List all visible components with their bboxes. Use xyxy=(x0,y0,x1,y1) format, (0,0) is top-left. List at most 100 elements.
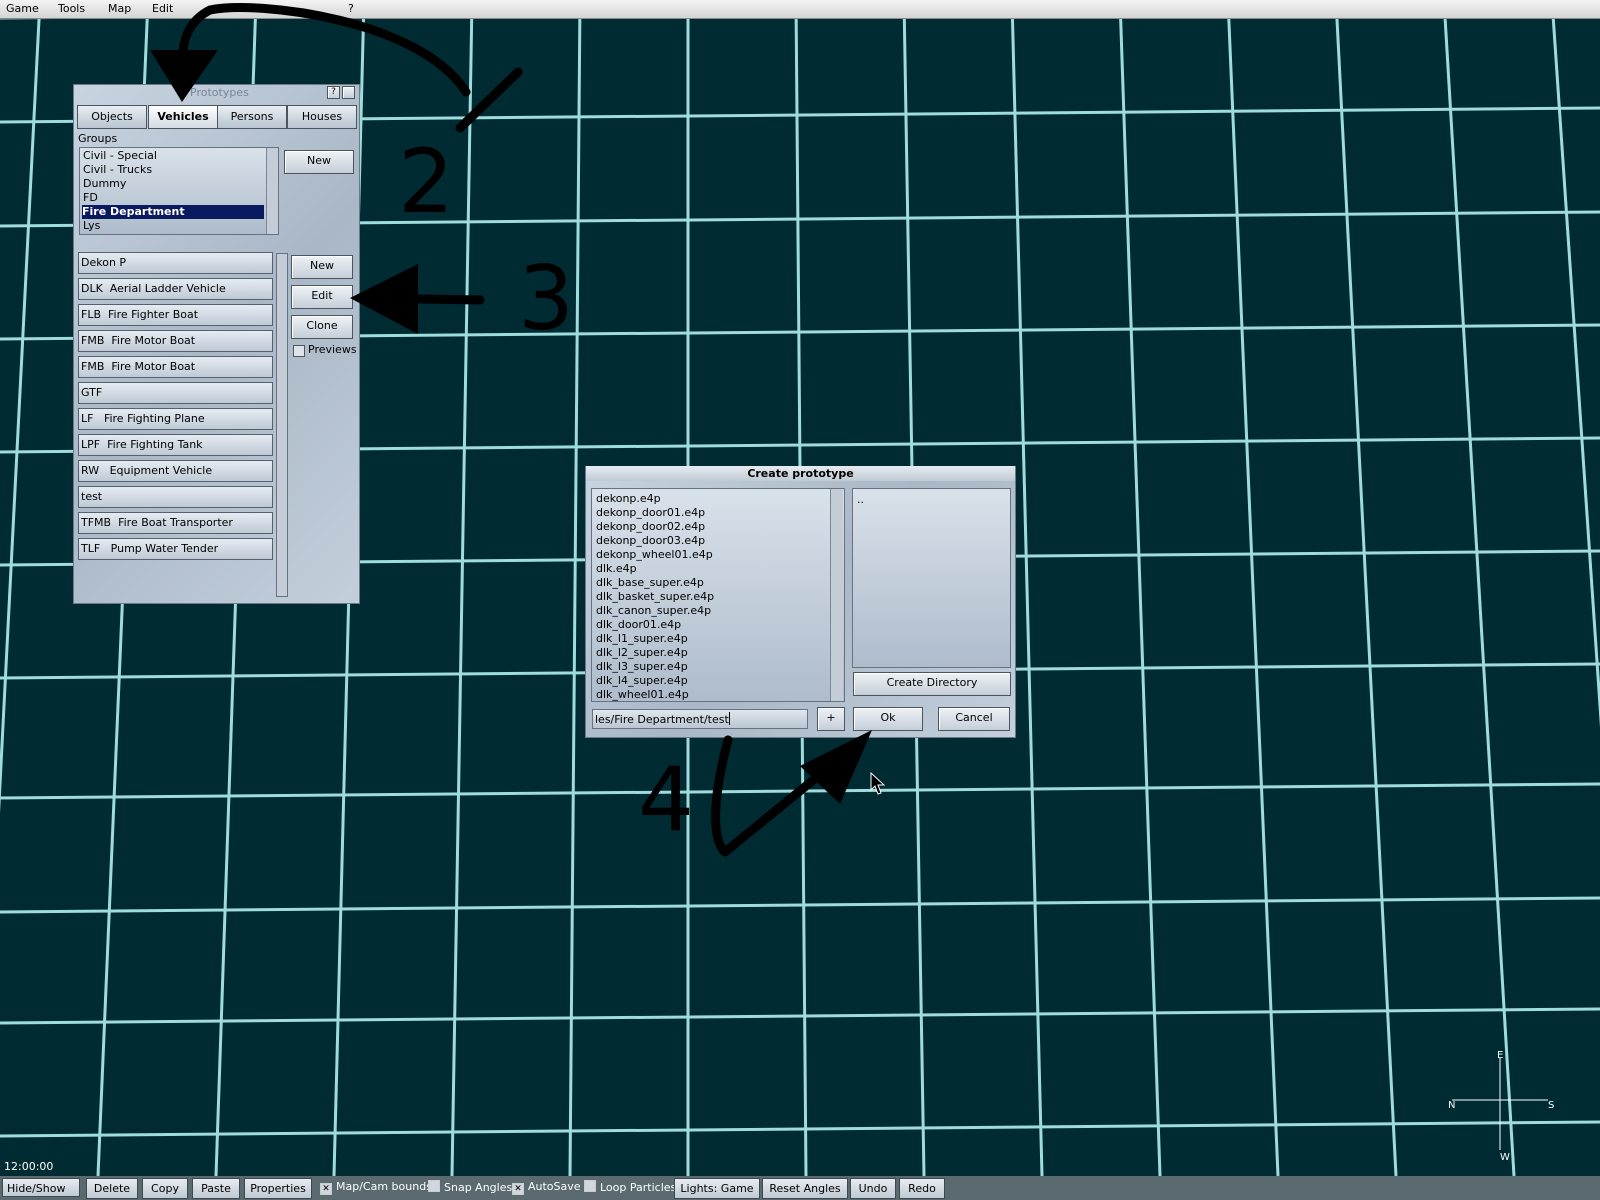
vehicle-item[interactable]: FMB Fire Motor Boat xyxy=(78,356,273,378)
vehicle-item[interactable]: RW Equipment Vehicle xyxy=(78,460,273,482)
plus-button[interactable]: + xyxy=(817,707,845,731)
grid-line xyxy=(450,0,474,1177)
vehicle-item[interactable]: Dekon P xyxy=(78,252,273,274)
group-item[interactable]: Lys xyxy=(83,219,100,233)
properties-button[interactable]: Properties xyxy=(244,1178,312,1199)
copy-button[interactable]: Copy xyxy=(142,1178,188,1199)
tab-houses[interactable]: Houses xyxy=(287,105,357,129)
group-new-button[interactable]: New xyxy=(284,150,354,174)
vehicle-item[interactable]: test xyxy=(78,486,273,508)
file-item[interactable]: dlk.e4p xyxy=(596,562,637,576)
help-icon[interactable]: ? xyxy=(327,86,340,99)
menu-map[interactable]: Map xyxy=(108,2,131,15)
undo-button[interactable]: Undo xyxy=(850,1178,896,1199)
annotation-step-2: 2 xyxy=(398,130,454,233)
file-list[interactable]: dekonp.e4p dekonp_door01.e4p dekonp_door02… xyxy=(591,488,845,702)
file-item[interactable]: dlk_l3_super.e4p xyxy=(596,660,688,674)
file-list-scrollbar[interactable] xyxy=(830,489,843,701)
group-item[interactable]: FD xyxy=(83,191,98,205)
vehicle-item[interactable]: GTF xyxy=(78,382,273,404)
annotation-step-4: 4 xyxy=(638,748,694,851)
file-item[interactable]: dlk_basket_super.e4p xyxy=(596,590,714,604)
grid-line xyxy=(0,0,42,814)
tab-objects[interactable]: Objects xyxy=(77,105,147,129)
autosave-checkbox[interactable]: ✕ AutoSave xyxy=(512,1180,581,1195)
parent-directory-item[interactable]: .. xyxy=(857,493,864,507)
snap-angles-label: Snap Angles xyxy=(444,1181,513,1194)
redo-button[interactable]: Redo xyxy=(899,1178,945,1199)
file-item[interactable]: dlk_l2_super.e4p xyxy=(596,646,688,660)
vehicle-item[interactable]: FMB Fire Motor Boat xyxy=(78,330,273,352)
file-item[interactable]: dlk_wheel01.e4p xyxy=(596,688,689,701)
map-cam-bounds-checkbox[interactable]: ✕ Map/Cam bounds xyxy=(320,1180,432,1195)
grid-line xyxy=(1550,0,1600,728)
grid-line xyxy=(0,782,1600,800)
group-item-selected[interactable]: Fire Department xyxy=(82,205,264,219)
annotation-step-3: 3 xyxy=(518,247,574,350)
create-directory-button[interactable]: Create Directory xyxy=(853,672,1011,696)
edit-button[interactable]: Edit xyxy=(291,285,353,309)
loop-particles-label: Loop Particles xyxy=(600,1181,677,1194)
grid-line xyxy=(568,0,582,1177)
hide-show-button[interactable]: Hide/Show xyxy=(2,1178,80,1197)
checkbox-box[interactable] xyxy=(428,1180,440,1192)
checkbox-box[interactable]: ✕ xyxy=(320,1183,332,1195)
grid-line xyxy=(1226,0,1280,1177)
vehicles-scrollbar[interactable] xyxy=(276,253,288,597)
directory-list[interactable]: .. xyxy=(852,488,1011,668)
file-item[interactable]: dekonp_door03.e4p xyxy=(596,534,705,548)
vehicle-item[interactable]: DLK Aerial Ladder Vehicle xyxy=(78,278,273,300)
file-item[interactable]: dlk_base_super.e4p xyxy=(596,576,704,590)
vehicle-item[interactable]: LPF Fire Fighting Tank xyxy=(78,434,273,456)
reset-angles-button[interactable]: Reset Angles xyxy=(762,1178,848,1199)
checkbox-box[interactable] xyxy=(584,1180,596,1192)
compass-w: W xyxy=(1500,1152,1510,1163)
tab-persons[interactable]: Persons xyxy=(217,105,287,129)
grid-line xyxy=(0,1120,1600,1138)
file-item[interactable]: dlk_canon_super.e4p xyxy=(596,604,711,618)
file-item[interactable]: dlk_door01.e4p xyxy=(596,618,681,632)
group-item[interactable]: Dummy xyxy=(83,177,126,191)
vehicle-item[interactable]: TFMB Fire Boat Transporter xyxy=(78,512,273,534)
groups-list[interactable]: Civil - Special Civil - Trucks Dummy FD … xyxy=(79,147,279,235)
file-item[interactable]: dekonp_door02.e4p xyxy=(596,520,705,534)
vehicle-item[interactable]: FLB Fire Fighter Boat xyxy=(78,304,273,326)
checkbox-box[interactable]: ✕ xyxy=(512,1183,524,1195)
groups-scrollbar[interactable] xyxy=(266,148,278,234)
vehicle-item[interactable]: TLF Pump Water Tender xyxy=(78,538,273,560)
menu-game[interactable]: Game xyxy=(6,2,39,15)
path-input-value: les/Fire Department/test xyxy=(595,713,729,726)
file-item[interactable]: dekonp_wheel01.e4p xyxy=(596,548,713,562)
file-item[interactable]: dekonp_door01.e4p xyxy=(596,506,705,520)
vehicle-item[interactable]: LF Fire Fighting Plane xyxy=(78,408,273,430)
mouse-cursor-icon xyxy=(870,772,886,795)
group-item[interactable]: Civil - Special xyxy=(83,149,157,163)
clone-button[interactable]: Clone xyxy=(291,315,353,339)
file-item[interactable]: dlk_l4_super.e4p xyxy=(596,674,688,688)
cancel-button[interactable]: Cancel xyxy=(938,707,1010,731)
close-window-icon[interactable] xyxy=(342,86,355,99)
loop-particles-checkbox[interactable]: Loop Particles xyxy=(584,1180,676,1194)
prototypes-window-title: Prototypes xyxy=(190,86,249,99)
delete-button[interactable]: Delete xyxy=(86,1178,138,1199)
ok-button[interactable]: Ok xyxy=(853,707,923,731)
grid-line xyxy=(1442,0,1516,1177)
file-item[interactable]: dlk_l1_super.e4p xyxy=(596,632,688,646)
new-button[interactable]: New xyxy=(291,255,353,279)
menu-bar: Game Tools Map Edit ? xyxy=(0,0,1600,19)
menu-help[interactable]: ? xyxy=(348,2,354,15)
grid-line xyxy=(1334,0,1398,1177)
snap-angles-checkbox[interactable]: Snap Angles xyxy=(428,1180,512,1194)
menu-tools[interactable]: Tools xyxy=(58,2,85,15)
menu-edit[interactable]: Edit xyxy=(152,2,173,15)
tab-vehicles[interactable]: Vehicles xyxy=(148,105,218,129)
groups-label: Groups xyxy=(78,132,118,145)
lights-button[interactable]: Lights: Game xyxy=(674,1178,760,1199)
compass-rose xyxy=(1452,1058,1548,1150)
paste-button[interactable]: Paste xyxy=(192,1178,240,1199)
group-item[interactable]: Civil - Trucks xyxy=(83,163,152,177)
file-item[interactable]: dekonp.e4p xyxy=(596,492,661,506)
path-input[interactable]: les/Fire Department/test xyxy=(592,709,808,729)
previews-checkbox[interactable] xyxy=(293,345,305,357)
grid-line xyxy=(0,896,1600,914)
